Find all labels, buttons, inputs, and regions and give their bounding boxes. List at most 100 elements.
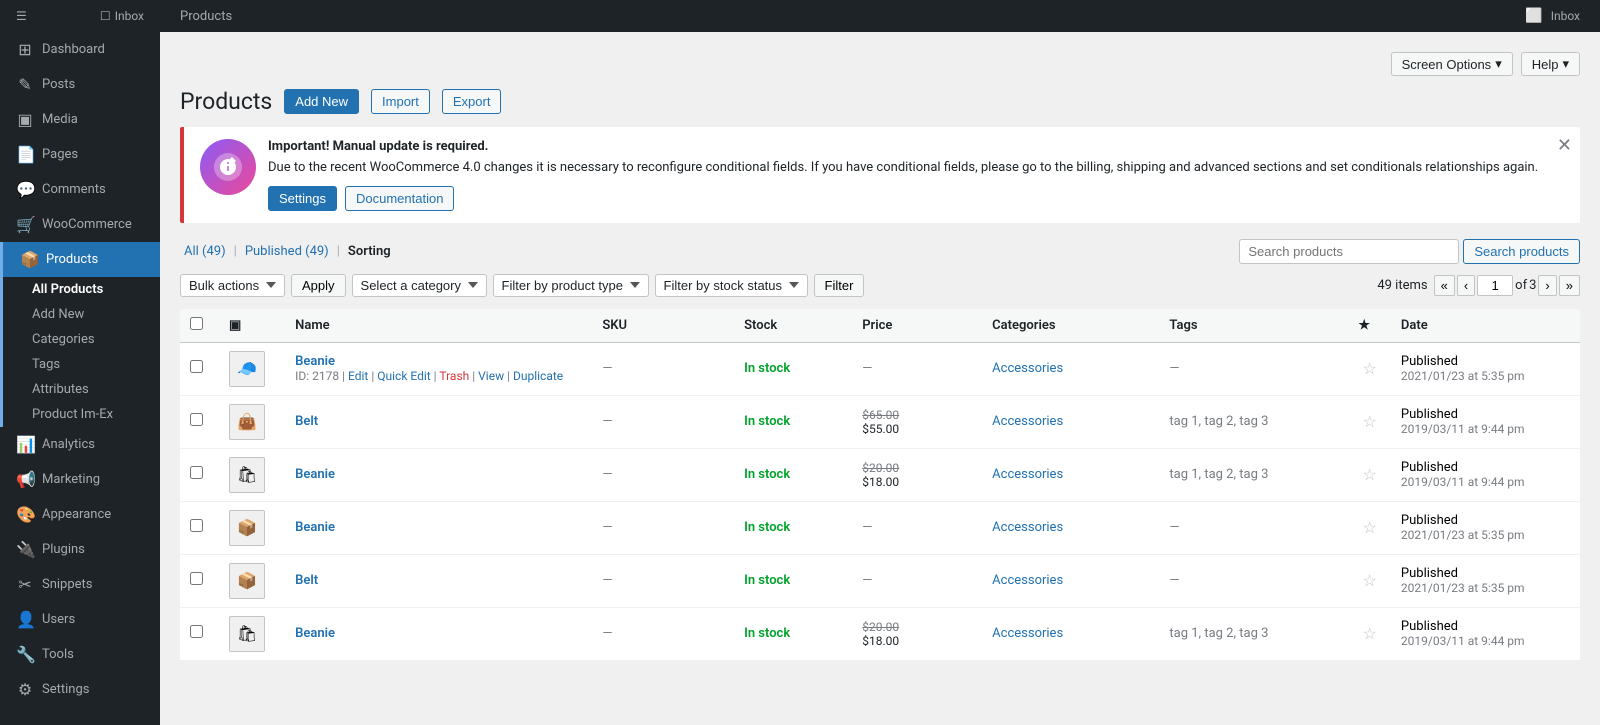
sidebar-item-appearance[interactable]: 🎨 Appearance bbox=[0, 497, 160, 532]
col-date-header[interactable]: Date bbox=[1391, 309, 1580, 343]
tab-published[interactable]: Published (49) bbox=[241, 244, 333, 259]
product-tags: tag 1, tag 2, tag 3 bbox=[1169, 467, 1268, 482]
sidebar-sub-item-add-new[interactable]: Add New bbox=[0, 302, 160, 327]
first-page-button[interactable]: « bbox=[1434, 275, 1455, 296]
view-link[interactable]: View bbox=[478, 369, 504, 383]
product-type-select[interactable]: Filter by product type bbox=[493, 274, 649, 297]
inbox-button[interactable]: ☐ Inbox bbox=[100, 9, 144, 23]
total-pages: 3 bbox=[1529, 278, 1536, 293]
col-price-header[interactable]: Price bbox=[852, 309, 982, 343]
duplicate-link[interactable]: Duplicate bbox=[513, 369, 563, 383]
next-page-button[interactable]: › bbox=[1538, 275, 1556, 296]
sidebar-item-tools[interactable]: 🔧 Tools bbox=[0, 637, 160, 672]
product-name-link[interactable]: Belt bbox=[295, 573, 318, 588]
sidebar-item-settings[interactable]: ⚙ Settings bbox=[0, 672, 160, 707]
product-category-link[interactable]: Accessories bbox=[992, 626, 1063, 641]
sidebar-item-marketing[interactable]: 📢 Marketing bbox=[0, 462, 160, 497]
select-all-checkbox[interactable] bbox=[190, 317, 203, 330]
posts-icon: ✎ bbox=[16, 75, 34, 94]
sidebar-item-comments[interactable]: 💬 Comments bbox=[0, 172, 160, 207]
sidebar-item-snippets[interactable]: ✂ Snippets bbox=[0, 567, 160, 602]
apply-button[interactable]: Apply bbox=[291, 274, 346, 297]
col-stock-header[interactable]: Stock bbox=[734, 309, 852, 343]
sidebar-item-plugins[interactable]: 🔌 Plugins bbox=[0, 532, 160, 567]
product-sku: — bbox=[602, 414, 612, 429]
product-name-link[interactable]: Belt bbox=[295, 414, 318, 429]
product-category-link[interactable]: Accessories bbox=[992, 414, 1063, 429]
filter-button[interactable]: Filter bbox=[814, 274, 865, 297]
search-input[interactable] bbox=[1239, 239, 1459, 264]
woocommerce-icon: 🛒 bbox=[16, 215, 34, 234]
featured-star[interactable]: ☆ bbox=[1362, 518, 1376, 537]
sidebar-sub-item-all-products[interactable]: All Products bbox=[0, 277, 160, 302]
product-name-link[interactable]: Beanie bbox=[295, 467, 335, 482]
tab-sorting[interactable]: Sorting bbox=[344, 244, 395, 259]
quick-edit-link[interactable]: Quick Edit bbox=[377, 369, 430, 383]
edit-link[interactable]: Edit bbox=[348, 369, 368, 383]
tab-sep-2: | bbox=[337, 244, 340, 259]
col-star-header: ★ bbox=[1348, 309, 1391, 343]
items-count: 49 items bbox=[1377, 278, 1427, 293]
product-stock: In stock bbox=[744, 573, 790, 588]
col-categories-header[interactable]: Categories bbox=[982, 309, 1159, 343]
prev-page-button[interactable]: ‹ bbox=[1457, 275, 1475, 296]
product-thumbnail: 📦 bbox=[229, 563, 265, 599]
sidebar-sub-item-product-im-ex[interactable]: Product Im-Ex bbox=[0, 402, 160, 427]
sidebar-item-products[interactable]: 📦 Products bbox=[0, 242, 160, 277]
featured-star[interactable]: ☆ bbox=[1362, 571, 1376, 590]
notice-docs-button[interactable]: Documentation bbox=[345, 186, 454, 211]
export-button[interactable]: Export bbox=[442, 89, 502, 114]
sidebar-item-media[interactable]: ▣ Media bbox=[0, 102, 160, 137]
sidebar-item-analytics[interactable]: 📊 Analytics bbox=[0, 427, 160, 462]
featured-star[interactable]: ☆ bbox=[1362, 465, 1376, 484]
sidebar-item-woocommerce[interactable]: 🛒 WooCommerce bbox=[0, 207, 160, 242]
sidebar-sub-item-tags[interactable]: Tags bbox=[0, 352, 160, 377]
help-button[interactable]: Help ▾ bbox=[1521, 52, 1580, 76]
featured-star[interactable]: ☆ bbox=[1362, 412, 1376, 431]
featured-star[interactable]: ☆ bbox=[1362, 359, 1376, 378]
featured-star[interactable]: ☆ bbox=[1362, 624, 1376, 643]
product-category-link[interactable]: Accessories bbox=[992, 361, 1063, 376]
col-name-header[interactable]: Name bbox=[285, 309, 592, 343]
product-name-link[interactable]: Beanie bbox=[295, 354, 335, 369]
row-checkbox[interactable] bbox=[190, 413, 203, 426]
screen-options-button[interactable]: Screen Options ▾ bbox=[1391, 52, 1513, 76]
row-checkbox[interactable] bbox=[190, 519, 203, 532]
row-checkbox[interactable] bbox=[190, 360, 203, 373]
last-page-button[interactable]: » bbox=[1559, 275, 1580, 296]
product-category-link[interactable]: Accessories bbox=[992, 467, 1063, 482]
product-name-link[interactable]: Beanie bbox=[295, 626, 335, 641]
col-sku-header[interactable]: SKU bbox=[592, 309, 734, 343]
category-select[interactable]: Select a category bbox=[352, 274, 487, 297]
trash-link[interactable]: Trash bbox=[439, 369, 469, 383]
notice-actions: Settings Documentation bbox=[268, 186, 1540, 211]
notice-settings-button[interactable]: Settings bbox=[268, 186, 337, 211]
product-category-link[interactable]: Accessories bbox=[992, 573, 1063, 588]
sidebar-sub-item-attributes[interactable]: Attributes bbox=[0, 377, 160, 402]
add-new-button[interactable]: Add New bbox=[284, 89, 359, 114]
page-number-input[interactable] bbox=[1477, 275, 1513, 296]
tools-icon: 🔧 bbox=[16, 645, 34, 664]
chevron-down-icon-help: ▾ bbox=[1562, 56, 1569, 72]
stock-status-select[interactable]: Filter by stock status bbox=[655, 274, 808, 297]
product-sku: — bbox=[602, 573, 612, 588]
bulk-actions-select[interactable]: Bulk actions bbox=[180, 274, 285, 297]
row-checkbox[interactable] bbox=[190, 572, 203, 585]
row-checkbox[interactable] bbox=[190, 625, 203, 638]
product-sku: — bbox=[602, 520, 612, 535]
product-category-link[interactable]: Accessories bbox=[992, 520, 1063, 535]
tab-all[interactable]: All (49) bbox=[180, 244, 230, 259]
sidebar-item-posts[interactable]: ✎ Posts bbox=[0, 67, 160, 102]
import-button[interactable]: Import bbox=[371, 89, 430, 114]
search-button[interactable]: Search products bbox=[1463, 239, 1580, 264]
product-name-link[interactable]: Beanie bbox=[295, 520, 335, 535]
sidebar-item-users[interactable]: 👤 Users bbox=[0, 602, 160, 637]
product-price-sale: $18.00 bbox=[862, 475, 972, 489]
notice-close-button[interactable]: ✕ bbox=[1557, 135, 1572, 156]
sidebar-sub-item-categories[interactable]: Categories bbox=[0, 327, 160, 352]
row-checkbox[interactable] bbox=[190, 466, 203, 479]
sidebar-item-dashboard[interactable]: ⊞ Dashboard bbox=[0, 32, 160, 67]
product-sku: — bbox=[602, 467, 612, 482]
col-tags-header[interactable]: Tags bbox=[1159, 309, 1348, 343]
sidebar-item-pages[interactable]: 📄 Pages bbox=[0, 137, 160, 172]
